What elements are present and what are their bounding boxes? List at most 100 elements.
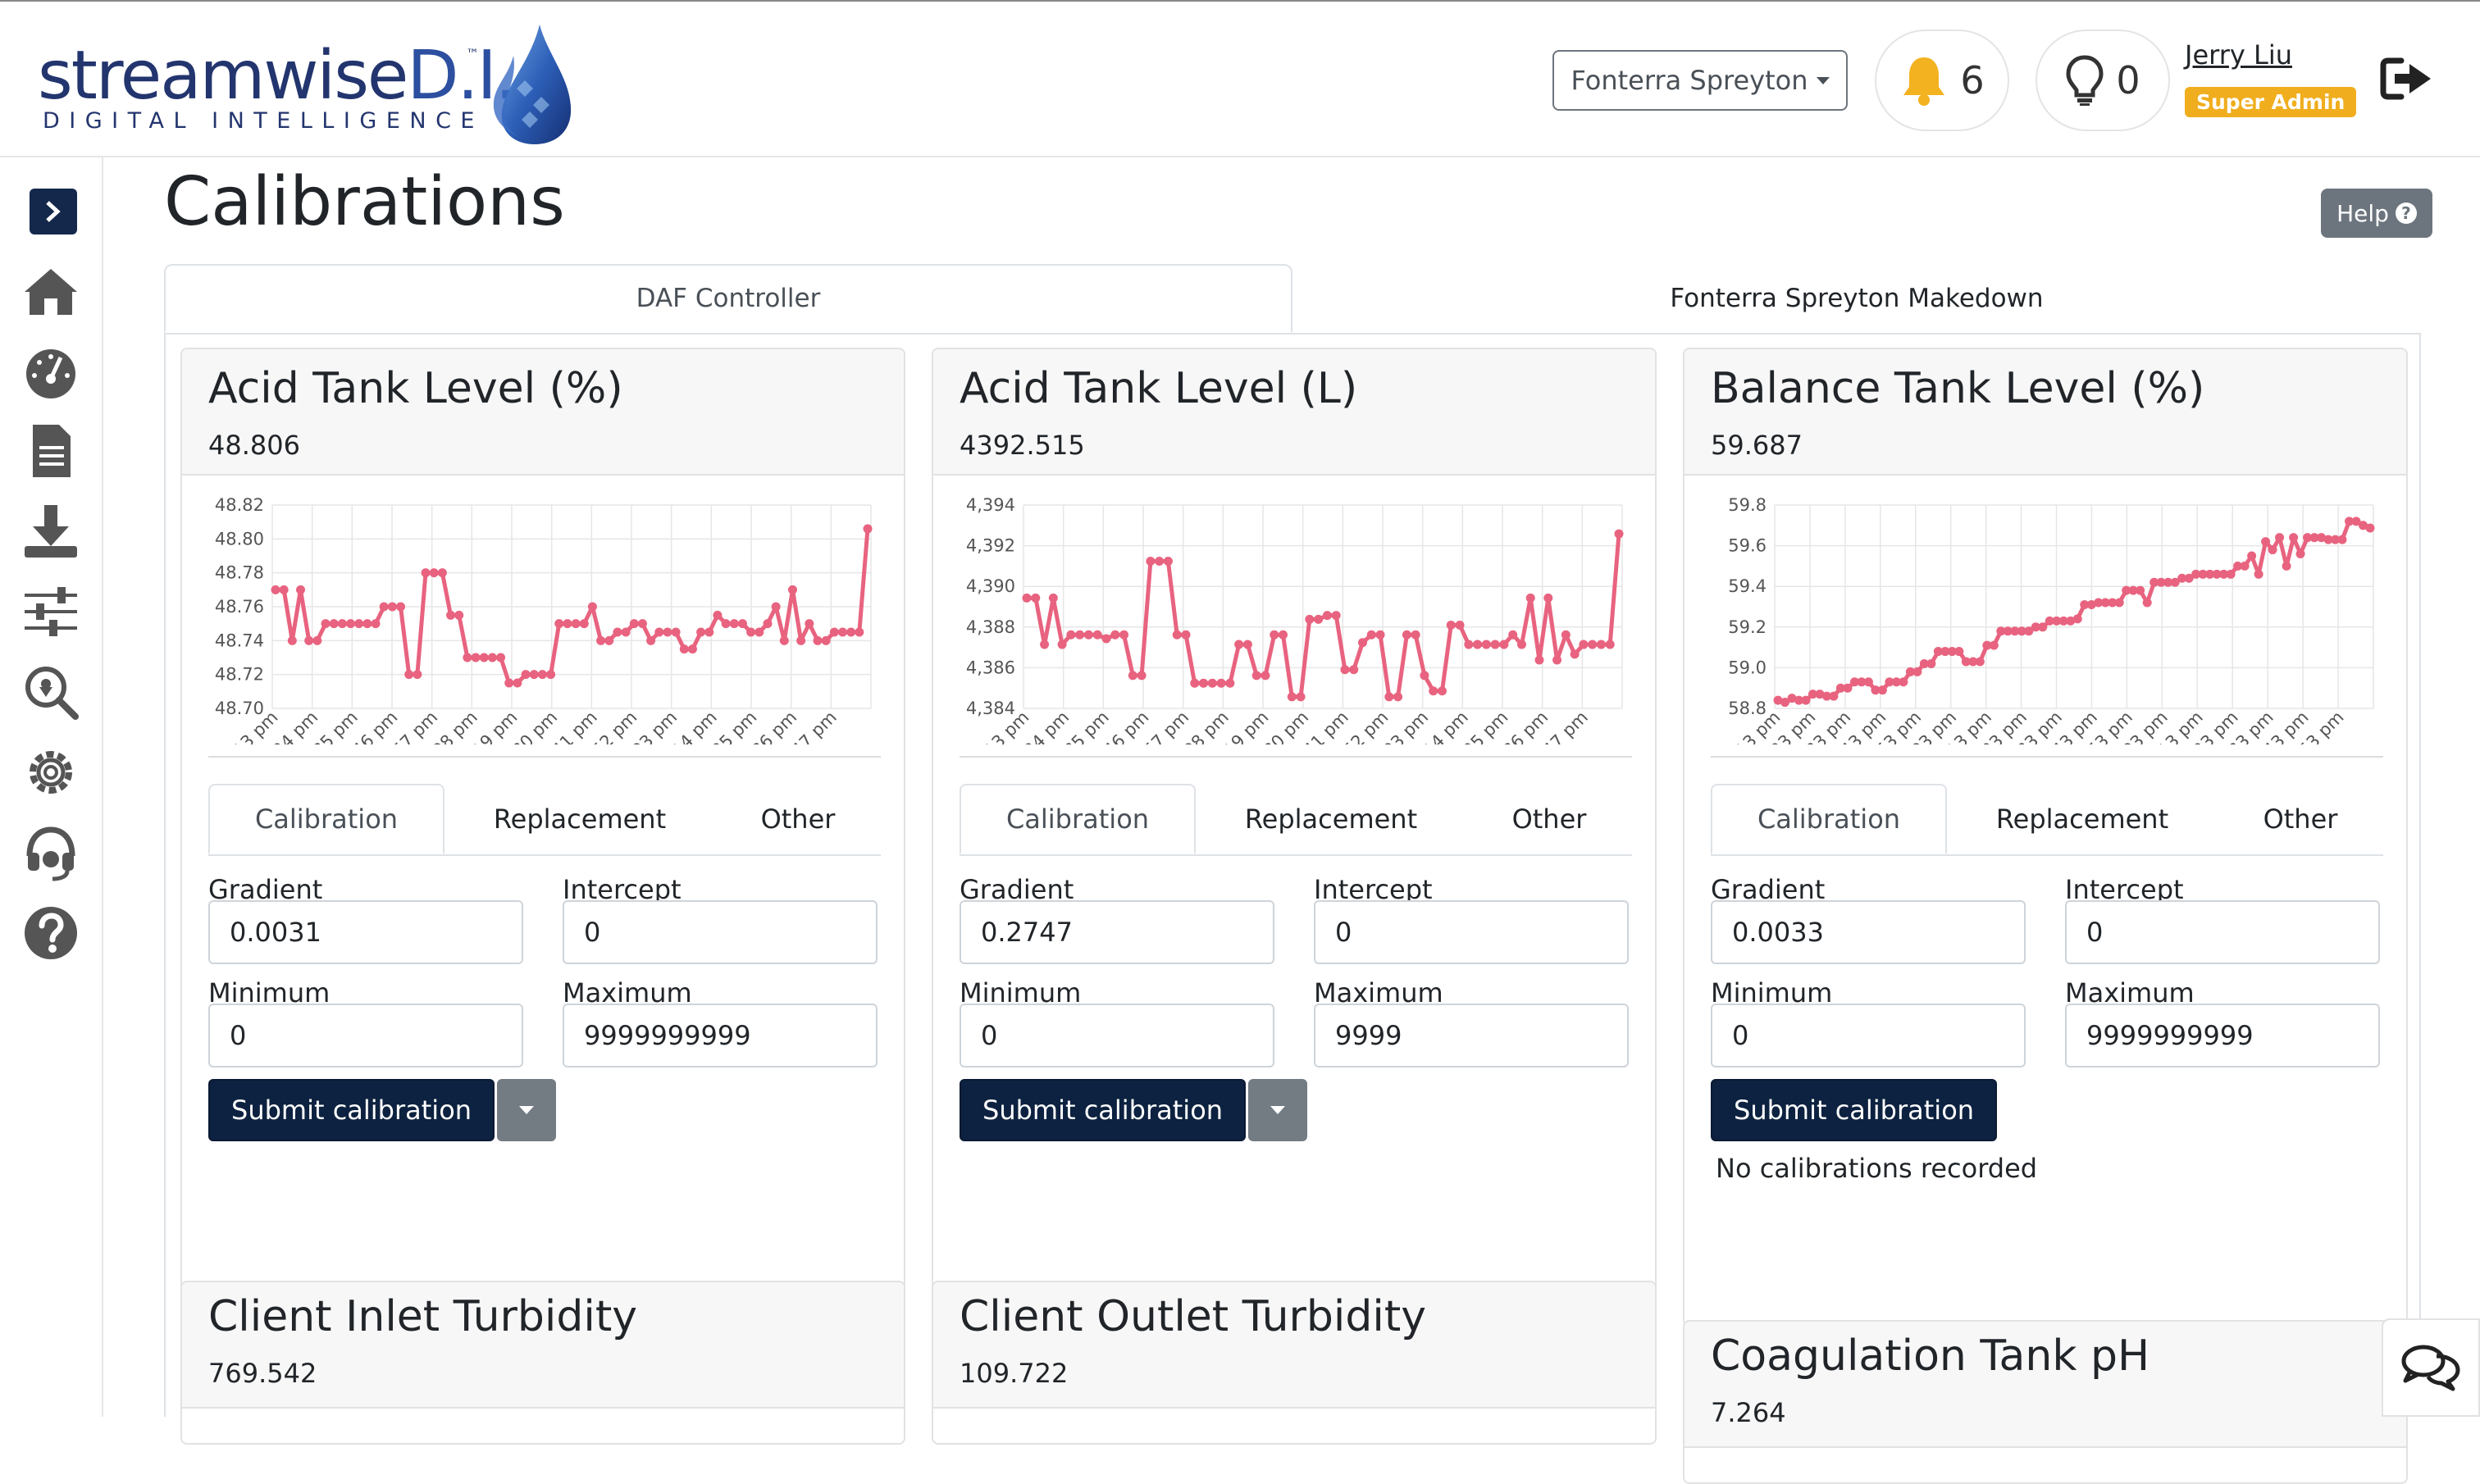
- notifications-button[interactable]: 6: [1875, 30, 2009, 131]
- card-current-value: 109.722: [960, 1358, 1069, 1389]
- tab-replacement[interactable]: Replacement: [444, 784, 715, 854]
- calibration-history-dropdown-button[interactable]: [497, 1079, 556, 1141]
- data-point: [1588, 640, 1598, 649]
- data-point: [1207, 678, 1217, 688]
- data-point: [287, 635, 297, 645]
- data-point: [563, 619, 572, 629]
- data-point: [504, 678, 514, 688]
- data-point: [1899, 677, 1908, 687]
- calibration-history-dropdown-button[interactable]: [1248, 1079, 1307, 1141]
- tab-calibration[interactable]: Calibration: [960, 784, 1196, 854]
- intercept-input[interactable]: [2065, 900, 2380, 964]
- ideas-button[interactable]: 0: [2036, 30, 2170, 131]
- streamwise-logo[interactable]: streamwiseD.I. ™ DIGITAL INTELLIGENCE: [38, 23, 572, 146]
- download-icon[interactable]: [21, 502, 80, 561]
- submit-calibration-button[interactable]: Submit calibration: [208, 1079, 495, 1141]
- tab-calibration[interactable]: Calibration: [208, 784, 444, 854]
- card-current-value: 59.687: [1711, 430, 1803, 461]
- data-point: [1975, 657, 1985, 667]
- help-button[interactable]: Help ?: [2321, 189, 2432, 238]
- y-tick-label: 59.8: [1728, 495, 1767, 515]
- maximum-input[interactable]: [2065, 1004, 2380, 1067]
- intercept-input[interactable]: [563, 900, 878, 964]
- site-selector-label: Fonterra Spreyton: [1571, 65, 1808, 96]
- gradient-input[interactable]: [1711, 900, 2026, 964]
- gradient-input[interactable]: [960, 900, 1274, 964]
- data-point: [1119, 630, 1129, 640]
- top-navbar: streamwiseD.I. ™ DIGITAL INTELLIGENCE Fo…: [0, 0, 2480, 157]
- data-point: [362, 619, 372, 629]
- card-header: Acid Tank Level (%) 48.806: [182, 349, 904, 476]
- data-point: [1225, 678, 1235, 688]
- ideas-count: 0: [2116, 58, 2140, 102]
- tab-calibration[interactable]: Calibration: [1711, 784, 1947, 854]
- y-tick-label: 59.6: [1728, 536, 1767, 556]
- minimum-input[interactable]: [1711, 1004, 2026, 1067]
- user-name-link[interactable]: Jerry Liu: [2185, 39, 2292, 71]
- tab-other[interactable]: Other: [2218, 784, 2383, 854]
- data-point: [646, 635, 656, 645]
- data-point: [1989, 640, 1999, 650]
- data-point: [413, 670, 422, 680]
- data-point: [721, 619, 731, 629]
- help-circle-icon[interactable]: [21, 904, 80, 963]
- data-point: [1199, 678, 1209, 688]
- data-point: [1596, 640, 1606, 649]
- intercept-input[interactable]: [1314, 900, 1629, 964]
- data-point: [813, 635, 823, 645]
- help-button-label: Help: [2336, 199, 2389, 227]
- maximum-input[interactable]: [563, 1004, 878, 1067]
- data-point: [1040, 640, 1050, 649]
- data-point: [1552, 655, 1562, 665]
- data-point: [1402, 630, 1411, 640]
- data-point: [2240, 561, 2250, 571]
- dashboard-gauge-icon[interactable]: [21, 343, 80, 402]
- chat-support-button[interactable]: [2382, 1318, 2480, 1417]
- submit-calibration-button[interactable]: Submit calibration: [1711, 1079, 1998, 1141]
- tab-daf-controller[interactable]: DAF Controller: [164, 264, 1292, 333]
- data-point: [1499, 640, 1509, 649]
- submit-calibration-button[interactable]: Submit calibration: [960, 1079, 1247, 1141]
- data-point: [2268, 545, 2277, 555]
- data-point: [1455, 620, 1465, 630]
- data-point: [404, 670, 414, 680]
- data-point: [379, 602, 389, 612]
- data-point: [337, 619, 347, 629]
- sliders-icon[interactable]: [21, 582, 80, 641]
- data-point: [1912, 667, 1922, 676]
- y-tick-label: 58.8: [1728, 699, 1767, 718]
- data-point: [554, 619, 564, 629]
- search-location-icon[interactable]: [21, 662, 80, 722]
- tab-other[interactable]: Other: [715, 784, 881, 854]
- gradient-input[interactable]: [208, 900, 523, 964]
- data-point: [1829, 691, 1839, 701]
- tab-other[interactable]: Other: [1466, 784, 1632, 854]
- data-point: [371, 619, 381, 629]
- minimum-input[interactable]: [208, 1004, 523, 1067]
- data-point: [805, 619, 814, 629]
- data-point: [537, 670, 547, 680]
- y-tick-label: 48.78: [215, 563, 264, 583]
- data-point: [1110, 630, 1120, 640]
- data-point: [663, 627, 672, 637]
- tab-fonterra-spreyton-makedown[interactable]: Fonterra Spreyton Makedown: [1292, 264, 2421, 333]
- data-point: [1216, 678, 1226, 688]
- sidebar-expand-button[interactable]: [30, 189, 77, 234]
- report-document-icon[interactable]: [21, 421, 80, 480]
- data-point: [1357, 638, 1367, 648]
- data-point: [855, 627, 864, 637]
- maximum-input[interactable]: [1314, 1004, 1629, 1067]
- logout-icon[interactable]: [2380, 56, 2434, 102]
- data-point: [787, 585, 797, 594]
- minimum-input[interactable]: [960, 1004, 1274, 1067]
- headset-icon[interactable]: [21, 823, 80, 882]
- site-selector-dropdown[interactable]: Fonterra Spreyton: [1552, 50, 1848, 111]
- calibration-card: Acid Tank Level (L) 4392.515 4,394 4,392 4…: [932, 348, 1657, 1299]
- data-point: [1411, 630, 1420, 640]
- tab-replacement[interactable]: Replacement: [1947, 784, 2218, 854]
- tab-replacement[interactable]: Replacement: [1196, 784, 1466, 854]
- home-icon[interactable]: [21, 262, 80, 321]
- card-header: Client Outlet Turbidity 109.722: [933, 1282, 1655, 1409]
- gear-icon[interactable]: [21, 743, 80, 802]
- line-chart: 48.8248.8048.7848.7648.7448.7248.707:38:…: [208, 495, 873, 744]
